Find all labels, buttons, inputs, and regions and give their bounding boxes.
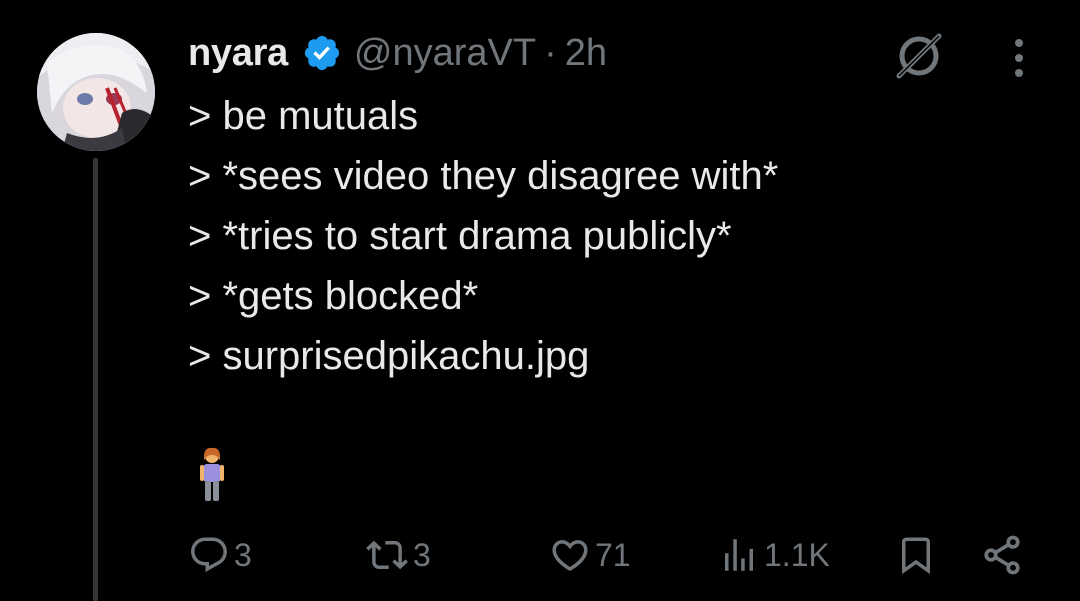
tweet-line: > *tries to start drama publicly* (188, 214, 732, 258)
standing-person-icon (200, 447, 224, 501)
avatar[interactable] (37, 33, 155, 151)
like-count: 71 (595, 536, 631, 573)
share-button[interactable] (980, 525, 1024, 585)
views-icon (725, 539, 753, 571)
verified-badge-icon (304, 35, 339, 71)
tweet-line: > be mutuals (188, 94, 419, 138)
tweet-line: > *sees video they disagree with* (188, 154, 779, 198)
reply-icon (191, 537, 227, 572)
share-icon (984, 535, 1020, 575)
views-count: 1.1K (764, 536, 830, 573)
bookmark-button[interactable] (895, 525, 937, 585)
standing-person-emoji: 🧍‍♀️ (197, 447, 239, 531)
views-button[interactable]: 1.1K (718, 525, 830, 585)
more-icon[interactable] (1003, 36, 1035, 80)
like-button[interactable]: 71 (549, 525, 631, 585)
display-name[interactable]: nyara (188, 32, 288, 75)
repost-button[interactable]: 3 (365, 525, 431, 585)
repost-icon (366, 540, 408, 570)
user-handle[interactable]: @nyaraVT (354, 32, 536, 75)
like-icon (552, 540, 588, 572)
tweet-line: > surprisedpikachu.jpg (188, 334, 590, 378)
action-bar: 3 3 71 1.1K (0, 525, 1080, 585)
avatar-image (37, 33, 155, 151)
grok-icon[interactable] (893, 30, 945, 82)
repost-count: 3 (413, 536, 431, 573)
timestamp[interactable]: 2h (565, 32, 607, 75)
tweet-line: > *gets blocked* (188, 274, 479, 318)
tweet-text: > be mutuals > *sees video they disagree… (188, 86, 778, 386)
reply-count: 3 (234, 536, 252, 573)
tweet-header: nyara @nyaraVT · 2h (188, 28, 607, 78)
separator-dot: · (544, 31, 557, 74)
bookmark-icon (902, 537, 930, 575)
reply-button[interactable]: 3 (188, 525, 252, 585)
